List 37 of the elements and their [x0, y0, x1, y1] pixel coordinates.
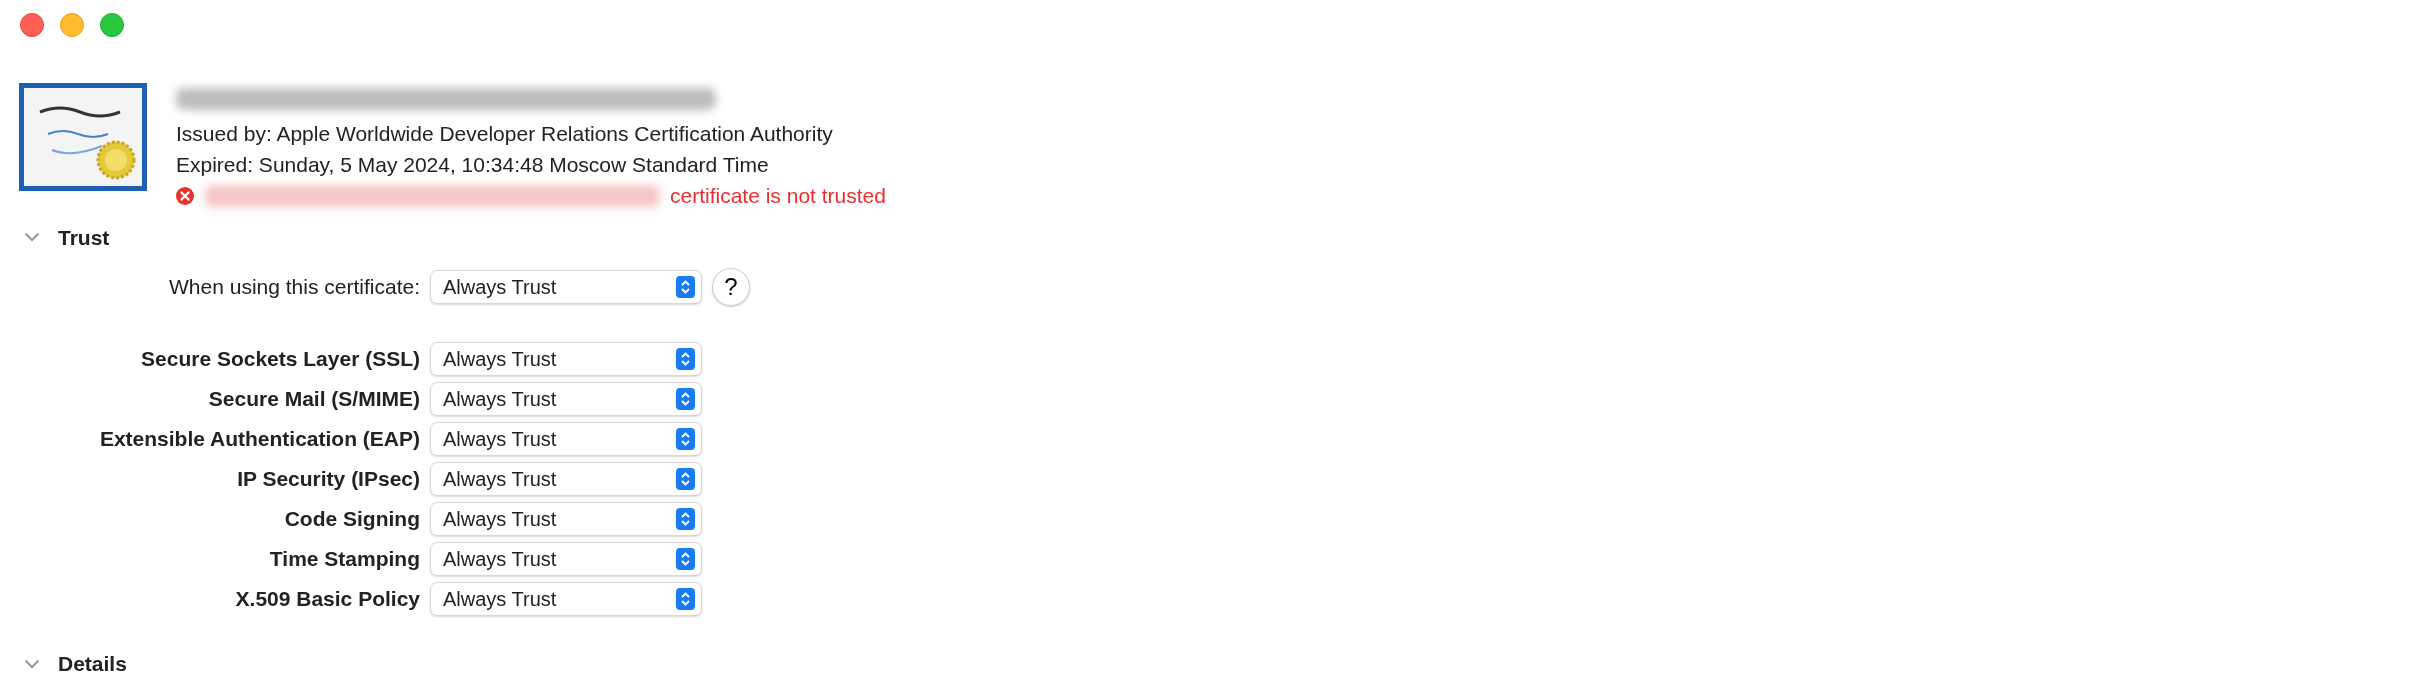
- error-icon: [176, 186, 194, 205]
- field-label: X.509 Basic Policy: [234, 586, 420, 612]
- close-button[interactable]: [20, 13, 44, 37]
- section-title: Trust: [58, 224, 110, 251]
- stepper-icon: [676, 347, 695, 370]
- stepper-icon: [676, 427, 695, 450]
- certificate-icon: [18, 82, 148, 192]
- stepper-icon: [676, 547, 695, 570]
- popup-menu[interactable]: Always Trust: [430, 269, 702, 304]
- help-button[interactable]: ?: [712, 267, 750, 306]
- field-label: When using this certificate:: [168, 274, 420, 300]
- stepper-icon: [676, 587, 695, 610]
- stepper-icon: [676, 387, 695, 410]
- popup-menu[interactable]: Always Trust: [430, 341, 702, 376]
- popup-menu[interactable]: Always Trust: [430, 501, 702, 536]
- field-label: Secure Sockets Layer (SSL): [140, 346, 420, 372]
- stepper-icon: [676, 275, 695, 298]
- field-label: Time Stamping: [268, 546, 420, 572]
- error-message: certificate is not trusted: [670, 183, 886, 210]
- popup-menu[interactable]: Always Trust: [430, 381, 702, 416]
- field-label: IP Security (IPsec): [236, 466, 420, 492]
- issuer-text: Issued by: Apple Worldwide Developer Relations Certification Authority: [176, 121, 834, 148]
- zoom-button[interactable]: [100, 13, 124, 37]
- popup-menu[interactable]: Always Trust: [430, 581, 702, 616]
- field-label: Code Signing: [283, 506, 420, 532]
- stepper-icon: [676, 507, 695, 530]
- popup-menu[interactable]: Always Trust: [430, 541, 702, 576]
- field-label: Extensible Authentication (EAP): [98, 426, 420, 452]
- popup-menu[interactable]: Always Trust: [430, 461, 702, 496]
- stepper-icon: [676, 467, 695, 490]
- chevron-icon[interactable]: [24, 232, 40, 243]
- section-title: Details: [58, 651, 127, 677]
- field-label: Secure Mail (S/MIME): [207, 386, 420, 412]
- chevron-icon[interactable]: [24, 658, 40, 669]
- minimize-button[interactable]: [60, 13, 84, 37]
- expiry-text: Expired: Sunday, 5 May 2024, 10:34:48 Moscow Standard Time: [176, 152, 770, 179]
- popup-menu[interactable]: Always Trust: [430, 421, 702, 456]
